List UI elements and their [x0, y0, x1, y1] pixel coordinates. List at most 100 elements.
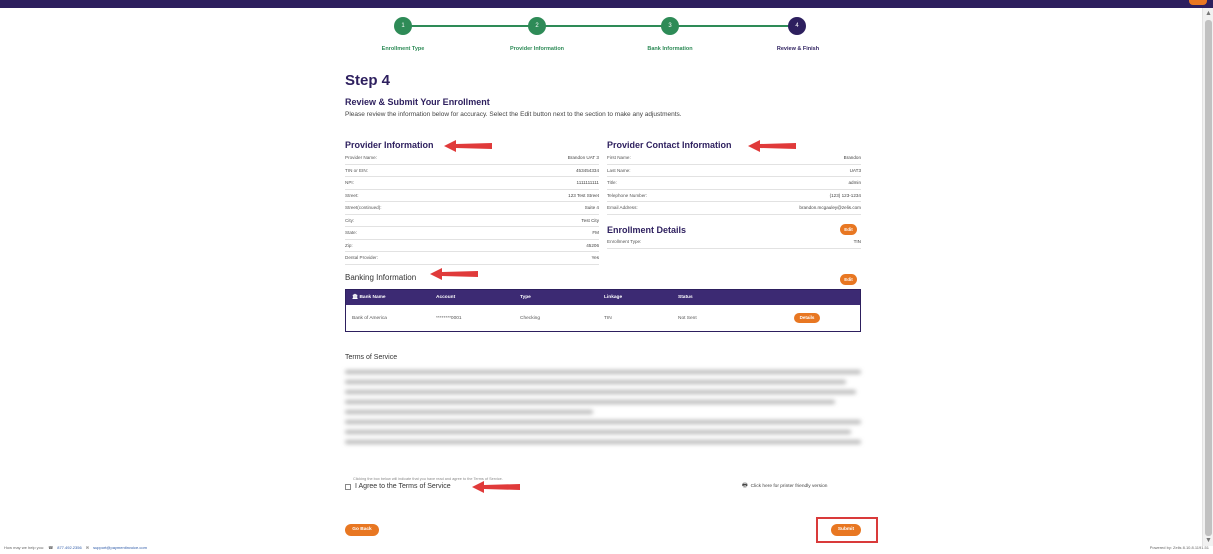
- step-connector: [537, 25, 670, 27]
- row-value: 1111111111: [576, 180, 599, 186]
- footer-phone-link[interactable]: 877.492.2356: [57, 545, 81, 550]
- details-button[interactable]: Details: [794, 313, 820, 323]
- agree-terms[interactable]: I Agree to the Terms of Service: [345, 483, 451, 490]
- col-bank-name: 🏛 Bank Name: [346, 295, 436, 300]
- row-label: Street:: [345, 192, 359, 198]
- row-value: Brandon UAT 3: [567, 155, 599, 161]
- cell-action: Details: [794, 313, 854, 323]
- row-value: 45206: [586, 242, 599, 248]
- row-value: FM: [592, 230, 599, 236]
- cell-account: ********0001: [436, 315, 462, 321]
- row-value: brandon.mcgauley@zelis.com: [799, 205, 861, 211]
- contact-info-row: Email Address: brandon.mcgauley@zelis.com: [607, 202, 861, 215]
- bank-icon: 🏛: [352, 295, 359, 300]
- provider-info-row: Dental Provider: Yes: [345, 252, 599, 265]
- contact-info-title: Provider Contact Information: [607, 140, 732, 150]
- cell-status: Not Sent: [678, 315, 697, 321]
- provider-info-row: Zip: 45206: [345, 240, 599, 252]
- step-3-dot: 3: [661, 17, 679, 35]
- row-label: Telephone Number:: [607, 192, 648, 198]
- footer-help: How may we help you: ☎ 877.492.2356 ✉ su…: [4, 545, 147, 550]
- terms-text-blurred: [345, 370, 861, 450]
- submit-highlight-box: Submit: [816, 517, 878, 543]
- intro-text: Please review the information below for …: [345, 111, 682, 118]
- step-4-label: Review & Finish: [776, 46, 820, 52]
- row-label: Zip:: [345, 242, 353, 248]
- blurred-line: [345, 410, 593, 414]
- step-connector: [670, 25, 805, 27]
- blurred-line: [345, 380, 846, 384]
- printer-friendly-link[interactable]: 🖶 Click here for printer friendly versio…: [742, 481, 827, 491]
- provider-info-row: City: Test City: [345, 215, 599, 227]
- step-3-label: Bank Information: [647, 46, 693, 52]
- row-value: TIN: [853, 239, 861, 245]
- enrollment-details-row: Enrollment Type: TIN: [607, 236, 861, 249]
- contact-info-list: First Name: Brandon Last Name: UAT3 Title:…: [607, 152, 861, 215]
- banking-table: 🏛 Bank Name Account Type Linkage Status …: [345, 289, 861, 332]
- cell-type: Checking: [520, 315, 540, 321]
- step-1-dot: 1: [394, 17, 412, 35]
- row-value: 453454334: [576, 167, 599, 173]
- email-icon: ✉: [85, 545, 90, 550]
- blurred-line: [345, 420, 861, 424]
- row-label: Title:: [607, 180, 617, 186]
- col-status: Status: [678, 295, 693, 300]
- row-label: Provider Name:: [345, 155, 377, 161]
- footer-powered-by: Powered by: Zelis 8.10.8.1191.51: [1149, 545, 1209, 550]
- contact-info-row: Telephone Number: (123) 123-1234: [607, 190, 861, 202]
- row-label: Last Name:: [607, 167, 631, 173]
- edit-enrollment-button[interactable]: Edit: [840, 224, 857, 235]
- row-value: (123) 123-1234: [829, 192, 861, 198]
- agree-checkbox[interactable]: [345, 483, 351, 490]
- provider-info-row: Provider Name: Brandon UAT 3: [345, 152, 599, 165]
- annotation-arrow-icon: [748, 140, 796, 152]
- top-bar: [0, 0, 1213, 8]
- cell-bank-name: Bank of America: [352, 315, 387, 321]
- contact-info-row: Title: admin: [607, 177, 861, 190]
- progress-stepper: 1 2 3 4 Enrollment Type Provider Informa…: [340, 16, 880, 56]
- edit-banking-button[interactable]: Edit: [840, 274, 857, 285]
- scrollbar-thumb[interactable]: [1205, 20, 1212, 536]
- terms-title: Terms of Service: [345, 354, 398, 361]
- row-label: Enrollment Type:: [607, 239, 642, 245]
- provider-info-list: Provider Name: Brandon UAT 3 TIN or EIN: 4…: [345, 152, 599, 265]
- provider-info-row: Street: 123 Test Street: [345, 190, 599, 202]
- printer-icon: 🖶: [742, 483, 748, 489]
- contact-info-row: Last Name: UAT3: [607, 165, 861, 177]
- col-account: Account: [436, 295, 456, 300]
- blurred-line: [345, 400, 836, 404]
- row-value: Suite 4: [584, 205, 599, 211]
- review-heading: Review & Submit Your Enrollment: [345, 97, 490, 107]
- printer-label[interactable]: Click here for printer friendly version: [751, 484, 828, 489]
- annotation-arrow-icon: [472, 481, 520, 493]
- contact-info-row: First Name: Brandon: [607, 152, 861, 165]
- step-2-dot: 2: [528, 17, 546, 35]
- banking-info-title: Banking Information: [345, 273, 417, 282]
- submit-button[interactable]: Submit: [831, 524, 861, 536]
- provider-info-row: NPI: 1111111111: [345, 177, 599, 190]
- step-connector: [403, 25, 537, 27]
- row-label: TIN or EIN:: [345, 167, 368, 173]
- annotation-arrow-icon: [444, 140, 492, 152]
- scroll-down-icon[interactable]: ▼: [1205, 537, 1212, 544]
- blurred-line: [345, 390, 856, 394]
- col-type: Type: [520, 295, 531, 300]
- blurred-line: [345, 430, 851, 434]
- row-label: City:: [345, 217, 355, 223]
- go-back-button[interactable]: Go Back: [345, 524, 379, 536]
- row-value: Yes: [591, 255, 600, 261]
- row-value: UAT3: [849, 167, 861, 173]
- agree-label[interactable]: I Agree to the Terms of Service: [355, 483, 451, 490]
- vertical-scrollbar[interactable]: ▲ ▼: [1202, 8, 1213, 546]
- footer-email-link[interactable]: support@paymentinvoice.com: [93, 545, 147, 550]
- scroll-up-icon[interactable]: ▲: [1205, 10, 1212, 17]
- page-title: Step 4: [345, 72, 391, 89]
- top-bar-accent: [1189, 0, 1207, 5]
- phone-icon: ☎: [48, 545, 54, 550]
- row-value: Brandon: [843, 155, 861, 161]
- row-label: State:: [345, 230, 358, 236]
- step-2-label: Provider Information: [509, 46, 565, 52]
- footer-help-label: How may we help you:: [4, 545, 45, 550]
- provider-info-title: Provider Information: [345, 140, 434, 150]
- table-row: Bank of America ********0001 Checking TI…: [346, 305, 860, 331]
